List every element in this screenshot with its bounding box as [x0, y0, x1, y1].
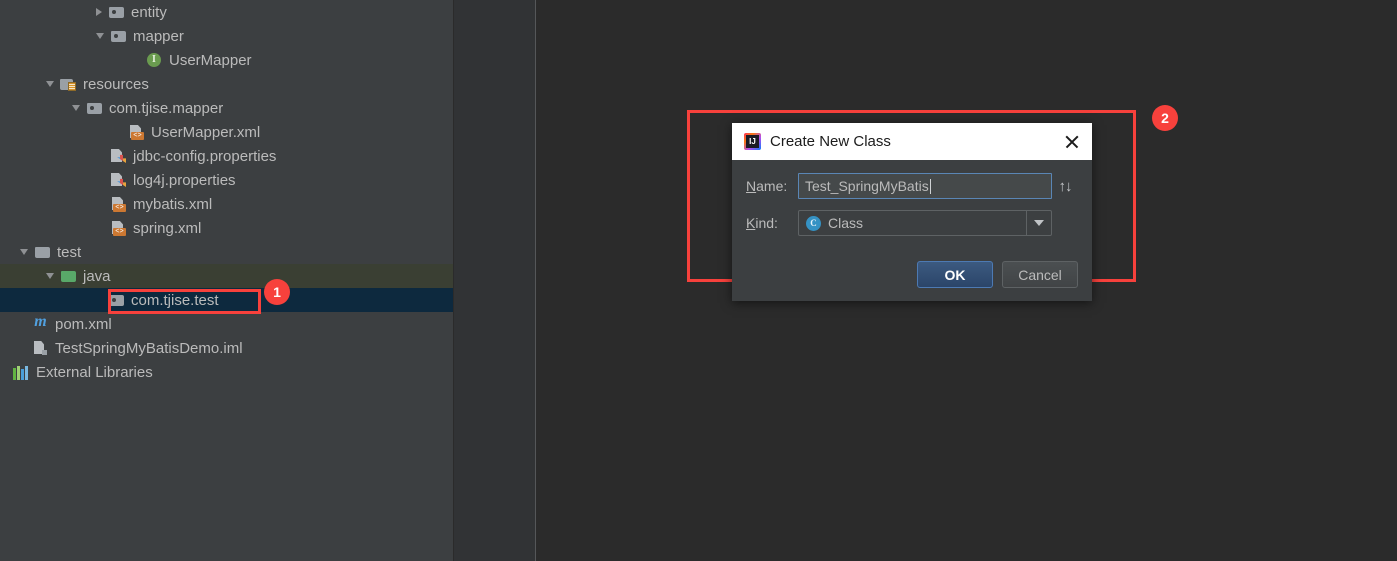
tree-item-label: UserMapper.xml: [151, 123, 261, 141]
external-libraries-icon: [12, 364, 30, 380]
tree-item-external-libraries[interactable]: External Libraries: [0, 360, 453, 384]
project-tree[interactable]: entity mapper UserMapper resources com.tjise…: [0, 0, 453, 384]
properties-file-icon: [110, 172, 127, 188]
tree-item-usermapper-xml[interactable]: UserMapper.xml: [0, 120, 453, 144]
chevron-down-icon[interactable]: [96, 33, 104, 39]
class-name-input[interactable]: Test_SpringMyBatis: [798, 173, 1052, 199]
tree-item-resources[interactable]: resources: [0, 72, 453, 96]
class-icon: C: [806, 215, 821, 231]
tree-item-label: mybatis.xml: [133, 195, 213, 213]
dialog-button-bar: OK Cancel: [917, 261, 1078, 288]
annotation-badge-1: 1: [264, 279, 290, 305]
annotation-badge-2: 2: [1152, 105, 1178, 131]
name-row: Name: Test_SpringMyBatis ↑↓: [746, 173, 1078, 199]
tree-item-label: spring.xml: [133, 219, 202, 237]
text-caret: [929, 178, 931, 194]
kind-label-rest: ind:: [755, 215, 778, 231]
tree-item-com-tjise-mapper[interactable]: com.tjise.mapper: [0, 96, 453, 120]
tree-item-jdbc-config-properties[interactable]: jdbc-config.properties: [0, 144, 453, 168]
close-icon[interactable]: [1062, 132, 1082, 152]
module-file-icon: [32, 340, 49, 356]
tree-item-label: External Libraries: [36, 363, 153, 381]
dialog-body: Name: Test_SpringMyBatis ↑↓ Kind: C Clas…: [732, 160, 1092, 236]
tree-item-mapper[interactable]: mapper: [0, 24, 453, 48]
name-label-mnemonic: N: [746, 178, 757, 194]
tree-item-mybatis-xml[interactable]: mybatis.xml: [0, 192, 453, 216]
intellij-idea-icon: [744, 133, 761, 150]
project-tool-window: entity mapper UserMapper resources com.tjise…: [0, 0, 453, 561]
tree-item-log4j-properties[interactable]: log4j.properties: [0, 168, 453, 192]
interface-icon: [146, 52, 163, 68]
tree-item-label: com.tjise.test: [131, 291, 219, 309]
package-folder-icon: [86, 100, 103, 116]
tree-item-label: log4j.properties: [133, 171, 236, 189]
tree-item-usermapper[interactable]: UserMapper: [0, 48, 453, 72]
tree-item-label: mapper: [133, 27, 184, 45]
cancel-button[interactable]: Cancel: [1002, 261, 1078, 288]
folder-icon: [34, 244, 51, 260]
chevron-down-icon[interactable]: [46, 273, 54, 279]
maven-file-icon: [32, 313, 49, 332]
properties-file-icon: [110, 148, 127, 164]
tree-item-entity[interactable]: entity: [0, 0, 453, 24]
tree-item-label: test: [57, 243, 82, 261]
tree-item-com-tjise-test[interactable]: com.tjise.test: [0, 288, 453, 312]
resources-folder-icon: [60, 76, 77, 92]
tree-item-testspringmybatisdemo-iml[interactable]: TestSpringMyBatisDemo.iml: [0, 336, 453, 360]
chevron-down-icon[interactable]: [1026, 211, 1051, 235]
tree-item-test[interactable]: test: [0, 240, 453, 264]
sort-up-down-icon[interactable]: ↑↓: [1052, 178, 1078, 195]
kind-selected-label: Class: [828, 215, 864, 231]
tree-item-label: UserMapper: [169, 51, 252, 69]
dialog-titlebar: Create New Class: [732, 123, 1092, 160]
kind-selected-value: C Class: [799, 215, 1026, 231]
ide-window: entity mapper UserMapper resources com.tjise…: [0, 0, 1397, 561]
tree-item-label: jdbc-config.properties: [133, 147, 277, 165]
name-label: Name:: [746, 178, 798, 194]
package-folder-icon: [108, 4, 125, 20]
kind-label-mnemonic: K: [746, 215, 756, 231]
tree-item-label: resources: [83, 75, 149, 93]
tree-item-pom-xml[interactable]: pom.xml: [0, 312, 453, 336]
tree-item-label: entity: [131, 3, 167, 21]
tree-item-label: TestSpringMyBatisDemo.iml: [55, 339, 243, 357]
dialog-title: Create New Class: [770, 133, 891, 150]
tree-item-label: pom.xml: [55, 315, 112, 333]
chevron-down-icon[interactable]: [46, 81, 54, 87]
ok-button[interactable]: OK: [917, 261, 993, 288]
tree-item-java[interactable]: java: [0, 264, 453, 288]
xml-file-icon: [110, 220, 127, 236]
kind-label: Kind:: [746, 215, 798, 231]
tree-item-label: java: [83, 267, 111, 285]
source-folder-icon: [60, 268, 77, 284]
tree-item-label: com.tjise.mapper: [109, 99, 224, 117]
xml-file-icon: [128, 124, 145, 140]
chevron-down-icon[interactable]: [72, 105, 80, 111]
kind-row: Kind: C Class: [746, 210, 1078, 236]
name-label-rest: ame:: [756, 178, 788, 194]
kind-select[interactable]: C Class: [798, 210, 1052, 236]
tree-item-spring-xml[interactable]: spring.xml: [0, 216, 453, 240]
package-folder-icon: [110, 28, 127, 44]
package-folder-icon: [108, 292, 125, 308]
secondary-panel: [454, 0, 535, 561]
chevron-right-icon[interactable]: [96, 8, 102, 16]
chevron-down-icon[interactable]: [20, 249, 28, 255]
xml-file-icon: [110, 196, 127, 212]
class-name-value: Test_SpringMyBatis: [805, 178, 929, 194]
create-new-class-dialog: Create New Class Name: Test_SpringMyBati…: [732, 123, 1092, 301]
